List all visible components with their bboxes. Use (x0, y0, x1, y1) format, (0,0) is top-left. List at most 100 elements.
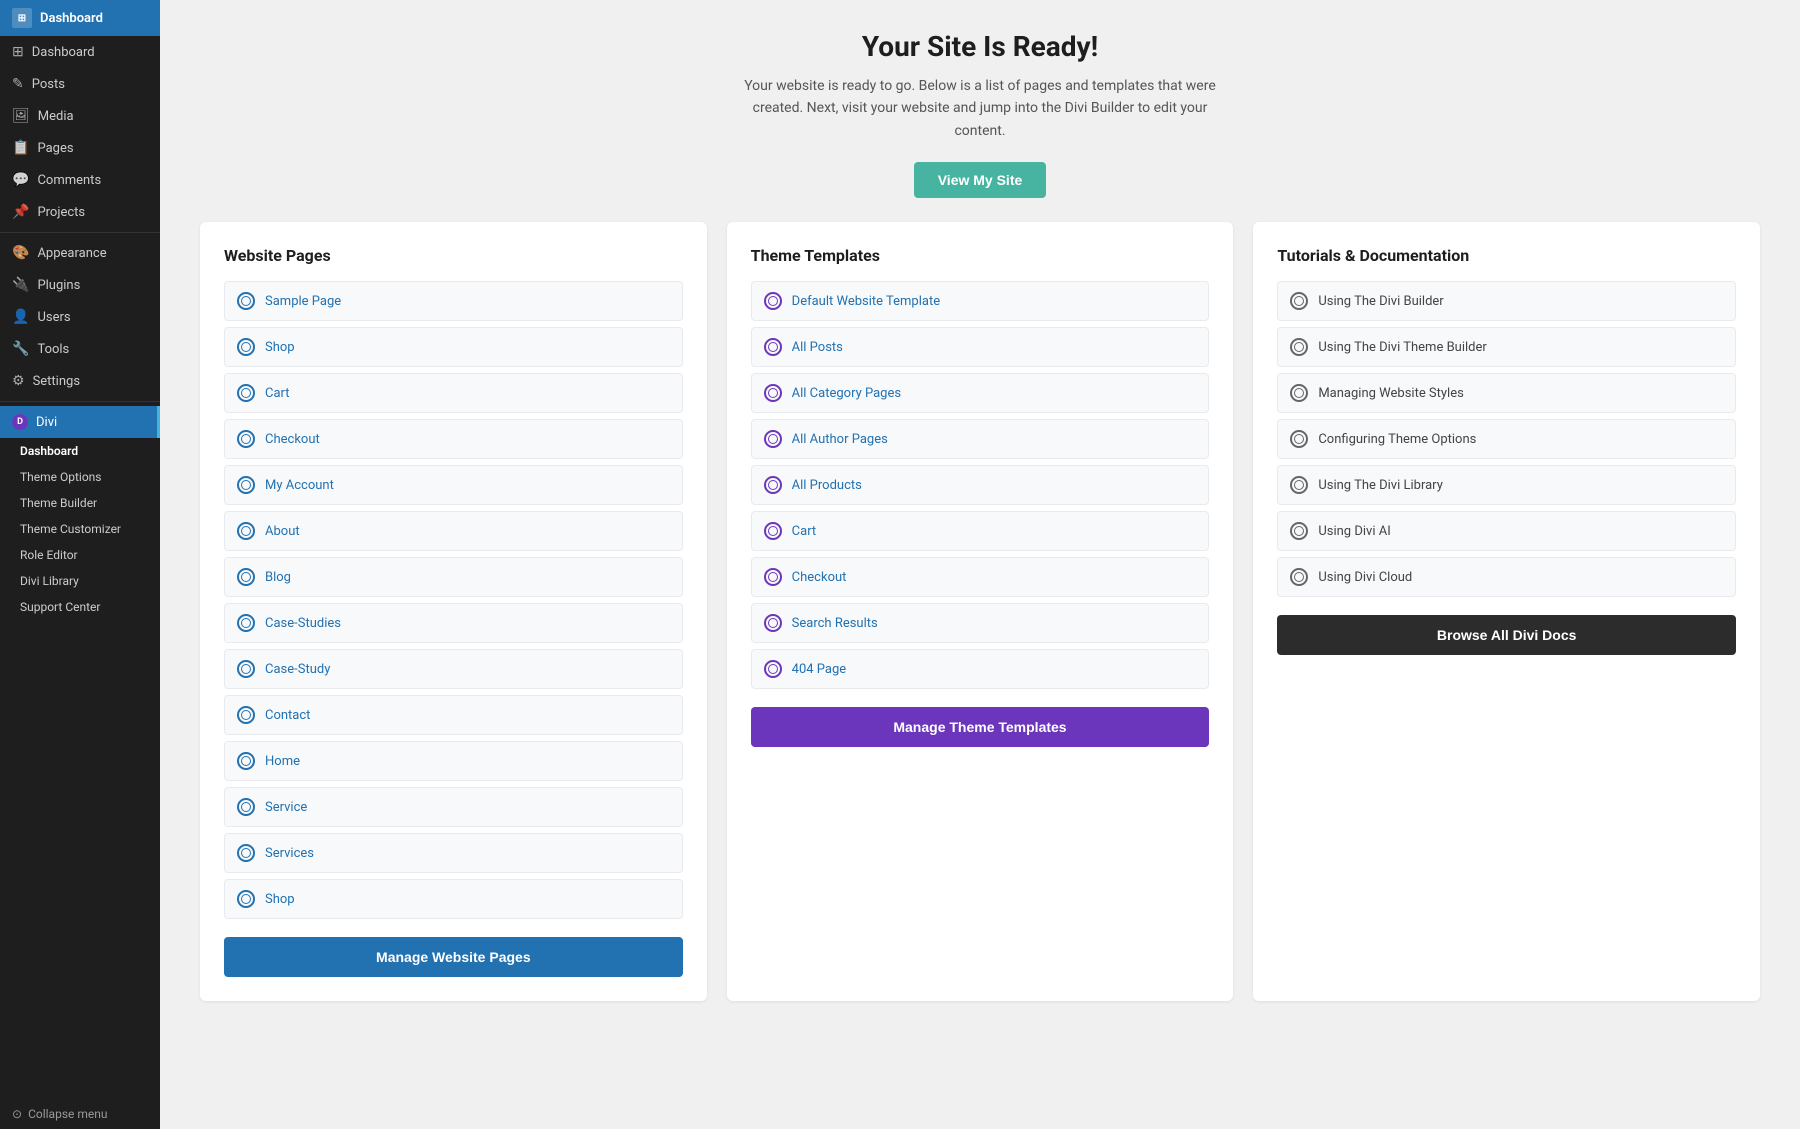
divi-sub-item-support-center[interactable]: Support Center (0, 594, 160, 620)
sidebar-item-label: Comments (37, 173, 101, 188)
sidebar-item-users[interactable]: 👤 Users (0, 301, 160, 333)
cards-grid: Website Pages Sample Page Shop Cart Chec… (200, 222, 1760, 1001)
list-item-services[interactable]: Services (224, 833, 683, 873)
tutorial-icon (1290, 338, 1308, 356)
template-icon (764, 522, 782, 540)
template-icon (764, 338, 782, 356)
divi-sub-item-dashboard[interactable]: Dashboard (0, 438, 160, 464)
list-item-search-results[interactable]: Search Results (751, 603, 1210, 643)
list-item-case-study[interactable]: Case-Study (224, 649, 683, 689)
tutorial-item-theme-builder[interactable]: Using The Divi Theme Builder (1277, 327, 1736, 367)
list-item-service[interactable]: Service (224, 787, 683, 827)
list-item-template-checkout[interactable]: Checkout (751, 557, 1210, 597)
sidebar-item-label: Plugins (37, 278, 80, 293)
tutorial-item-divi-cloud[interactable]: Using Divi Cloud (1277, 557, 1736, 597)
list-item-template-cart[interactable]: Cart (751, 511, 1210, 551)
page-icon (237, 430, 255, 448)
sidebar-item-plugins[interactable]: 🔌 Plugins (0, 269, 160, 301)
list-item-shop-2[interactable]: Shop (224, 879, 683, 919)
manage-website-pages-button[interactable]: Manage Website Pages (224, 937, 683, 977)
page-icon (237, 522, 255, 540)
list-item-shop[interactable]: Shop (224, 327, 683, 367)
tutorial-item-theme-options[interactable]: Configuring Theme Options (1277, 419, 1736, 459)
list-item-default-template[interactable]: Default Website Template (751, 281, 1210, 321)
page-icon (237, 476, 255, 494)
tutorial-item-divi-library[interactable]: Using The Divi Library (1277, 465, 1736, 505)
sidebar-item-settings[interactable]: ⚙ Settings (0, 365, 160, 397)
sidebar-item-label: Dashboard (32, 45, 95, 60)
tutorial-icon (1290, 292, 1308, 310)
page-header: Your Site Is Ready! Your website is read… (200, 30, 1760, 198)
sidebar-item-posts[interactable]: ✎ Posts (0, 68, 160, 100)
list-item-404-page[interactable]: 404 Page (751, 649, 1210, 689)
list-item-all-author-pages[interactable]: All Author Pages (751, 419, 1210, 459)
page-icon (237, 706, 255, 724)
tutorials-card: Tutorials & Documentation Using The Divi… (1253, 222, 1760, 1001)
view-site-button[interactable]: View My Site (914, 162, 1047, 198)
divi-sub-item-role-editor[interactable]: Role Editor (0, 542, 160, 568)
tutorial-item-divi-ai[interactable]: Using Divi AI (1277, 511, 1736, 551)
manage-theme-templates-button[interactable]: Manage Theme Templates (751, 707, 1210, 747)
list-item-blog[interactable]: Blog (224, 557, 683, 597)
main-content: Your Site Is Ready! Your website is read… (160, 0, 1800, 1129)
collapse-icon: ⊙ (12, 1107, 22, 1121)
sidebar-divider-2 (0, 401, 160, 402)
comments-icon: 💬 (12, 172, 29, 188)
list-item-about[interactable]: About (224, 511, 683, 551)
template-icon (764, 660, 782, 678)
page-title: Your Site Is Ready! (200, 30, 1760, 63)
divi-sub-item-theme-builder[interactable]: Theme Builder (0, 490, 160, 516)
sidebar-item-divi[interactable]: D Divi (0, 406, 160, 438)
list-item-home[interactable]: Home (224, 741, 683, 781)
sidebar-item-label: Settings (33, 374, 80, 389)
list-item-checkout[interactable]: Checkout (224, 419, 683, 459)
website-pages-card: Website Pages Sample Page Shop Cart Chec… (200, 222, 707, 1001)
sidebar-item-pages[interactable]: 📋 Pages (0, 132, 160, 164)
browse-all-docs-button[interactable]: Browse All Divi Docs (1277, 615, 1736, 655)
pages-icon: 📋 (12, 140, 29, 156)
tutorial-item-managing-styles[interactable]: Managing Website Styles (1277, 373, 1736, 413)
tutorial-icon (1290, 522, 1308, 540)
tutorial-icon (1290, 568, 1308, 586)
list-item-contact[interactable]: Contact (224, 695, 683, 735)
divi-sub-item-theme-customizer[interactable]: Theme Customizer (0, 516, 160, 542)
sidebar-item-label: Tools (37, 342, 69, 357)
sidebar-item-comments[interactable]: 💬 Comments (0, 164, 160, 196)
theme-templates-card: Theme Templates Default Website Template… (727, 222, 1234, 1001)
tutorial-item-divi-builder[interactable]: Using The Divi Builder (1277, 281, 1736, 321)
sidebar-nav: ⊞ Dashboard ✎ Posts 🖼 Media 📋 Pages 💬 Co… (0, 36, 160, 1099)
sidebar-logo-label: Dashboard (40, 11, 103, 26)
divi-sub-item-divi-library[interactable]: Divi Library (0, 568, 160, 594)
page-icon (237, 798, 255, 816)
tutorial-icon (1290, 476, 1308, 494)
template-icon (764, 430, 782, 448)
list-item-sample-page[interactable]: Sample Page (224, 281, 683, 321)
sidebar-item-media[interactable]: 🖼 Media (0, 100, 160, 132)
page-icon (237, 660, 255, 678)
page-icon (237, 844, 255, 862)
sidebar-item-tools[interactable]: 🔧 Tools (0, 333, 160, 365)
template-icon (764, 568, 782, 586)
sidebar-item-dashboard[interactable]: ⊞ Dashboard (0, 36, 160, 68)
list-item-all-category-pages[interactable]: All Category Pages (751, 373, 1210, 413)
list-item-all-products[interactable]: All Products (751, 465, 1210, 505)
list-item-all-posts[interactable]: All Posts (751, 327, 1210, 367)
divi-sub-item-theme-options[interactable]: Theme Options (0, 464, 160, 490)
page-icon (237, 384, 255, 402)
sidebar-item-label: Media (38, 109, 74, 124)
list-item-my-account[interactable]: My Account (224, 465, 683, 505)
page-icon (237, 890, 255, 908)
sidebar-logo[interactable]: ⊞ Dashboard (0, 0, 160, 36)
list-item-cart[interactable]: Cart (224, 373, 683, 413)
sidebar-item-projects[interactable]: 📌 Projects (0, 196, 160, 228)
list-item-case-studies[interactable]: Case-Studies (224, 603, 683, 643)
tools-icon: 🔧 (12, 341, 29, 357)
dashboard-nav-icon: ⊞ (12, 44, 24, 60)
page-icon (237, 752, 255, 770)
template-icon (764, 476, 782, 494)
collapse-menu-button[interactable]: ⊙ Collapse menu (0, 1099, 160, 1129)
divi-logo-icon: D (12, 414, 28, 430)
sidebar-item-appearance[interactable]: 🎨 Appearance (0, 237, 160, 269)
tutorials-title: Tutorials & Documentation (1277, 246, 1736, 265)
plugins-icon: 🔌 (12, 277, 29, 293)
